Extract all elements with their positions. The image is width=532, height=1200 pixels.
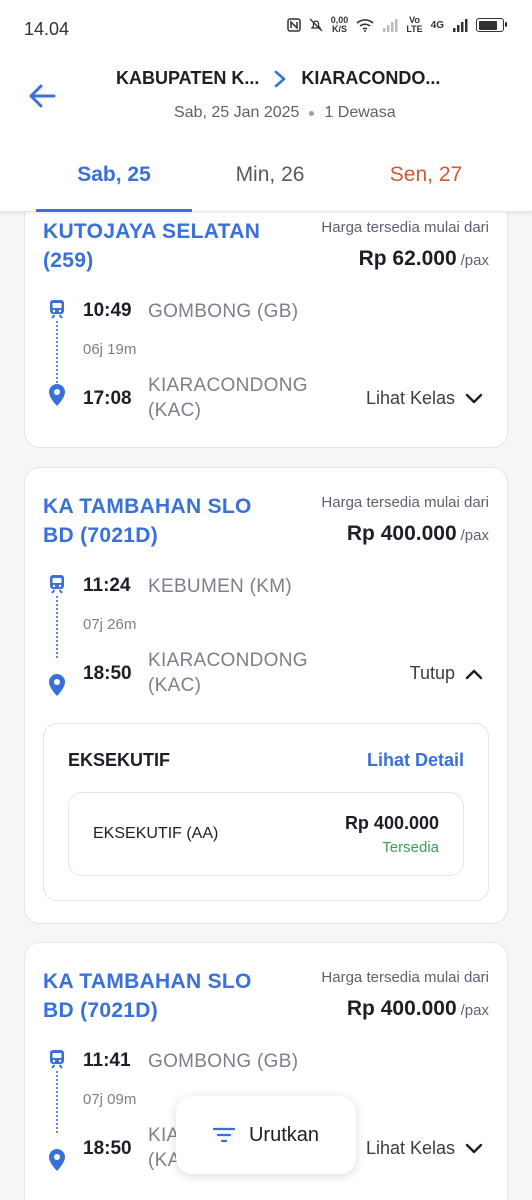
trip-subinfo: Sab, 25 Jan 2025 1 Dewasa (174, 104, 396, 122)
location-pin-icon (49, 384, 65, 406)
trip-duration: 07j 09m (83, 1091, 137, 1108)
train-name: KUTOJAYA SELATAN (259) (43, 220, 261, 272)
battery-icon (476, 18, 507, 32)
subclass-option[interactable]: EKSEKUTIF (AA) Rp 400.000 Tersedia (68, 792, 464, 876)
toggle-label: Tutup (409, 663, 455, 683)
toggle-label: Lihat Kelas (365, 1138, 455, 1158)
speed-unit: K/S (332, 24, 348, 34)
price-caption: Harga tersedia mulai dari (321, 494, 489, 511)
chevron-right-icon (275, 70, 286, 87)
depart-station: GOMBONG (GB) (148, 1051, 299, 1072)
train-name: KA TAMBAHAN SLO BD (7021D) (43, 970, 252, 1022)
network-speed: 0,00 K/S (331, 16, 349, 34)
subclass-name: EKSEKUTIF (AA) (93, 825, 219, 842)
chevron-down-icon (465, 1143, 483, 1153)
arrive-time: 18:50 (83, 1138, 132, 1159)
chevron-up-icon (465, 669, 483, 679)
volte-bottom: LTE (406, 24, 423, 34)
availability-status: Tersedia (382, 839, 439, 856)
filter-icon (212, 1127, 235, 1143)
nfc-icon (287, 18, 301, 32)
arrive-station-code: (KAC) (148, 675, 202, 696)
app-header: KABUPATEN K... KIARACONDO... Sab, 25 Jan… (0, 56, 532, 148)
signal-icon (383, 19, 398, 32)
signal-icon (453, 19, 468, 32)
arrive-station: KIARACONDONG (KAC) (148, 648, 308, 698)
location-pin-icon (49, 1149, 65, 1171)
price-unit: /pax (460, 252, 489, 269)
train-icon (50, 300, 64, 319)
price-value: Rp 400.000 (346, 522, 457, 545)
location-pin-icon (49, 674, 65, 696)
see-detail-link[interactable]: Lihat Detail (367, 750, 464, 771)
status-icons: 0,00 K/S Vo LTE 4G (287, 16, 507, 34)
price-unit: /pax (460, 1002, 489, 1019)
depart-station: GOMBONG (GB) (148, 301, 299, 322)
train-price: Rp 62.000/pax (359, 247, 489, 271)
depart-time: 10:49 (83, 300, 132, 321)
route-title: KABUPATEN K... KIARACONDO... (116, 68, 476, 89)
price-unit: /pax (460, 527, 489, 544)
timeline-line (56, 321, 58, 383)
train-name: KA TAMBAHAN SLO BD (7021D) (43, 495, 252, 547)
train-icon (50, 575, 64, 594)
arrive-station-code: (KAC) (148, 400, 202, 421)
trip-duration: 07j 26m (83, 616, 137, 633)
origin-station: KABUPATEN K... (116, 68, 260, 88)
active-tab-indicator (36, 209, 192, 212)
toggle-label: Lihat Kelas (365, 388, 455, 408)
train-card[interactable]: KUTOJAYA SELATAN (259) Harga tersedia mu… (24, 212, 508, 448)
separator-dot (309, 110, 315, 116)
price-caption: Harga tersedia mulai dari (321, 969, 489, 986)
arrive-station-name: KIARACONDONG (148, 650, 308, 671)
price-caption: Harga tersedia mulai dari (321, 219, 489, 236)
network-type: 4G (430, 19, 444, 31)
close-classes-toggle[interactable]: Tutup (410, 663, 483, 684)
train-price: Rp 400.000/pax (347, 997, 489, 1021)
trip-date: Sab, 25 Jan 2025 (174, 104, 300, 121)
train-price: Rp 400.000/pax (347, 522, 489, 546)
passenger-count: 1 Dewasa (324, 104, 396, 121)
timeline-line (56, 596, 58, 658)
arrive-station-name: KIARACONDONG (148, 375, 308, 396)
depart-time: 11:41 (83, 1050, 131, 1071)
class-panel: EKSEKUTIF Lihat Detail EKSEKUTIF (AA) Rp… (43, 723, 489, 901)
arrive-time: 18:50 (83, 663, 132, 684)
back-arrow-icon[interactable] (26, 80, 58, 112)
timeline-line (56, 1071, 58, 1133)
train-list[interactable]: KUTOJAYA SELATAN (259) Harga tersedia mu… (0, 212, 532, 1200)
train-card[interactable]: KA TAMBAHAN SLO BD (7021D) Harga tersedi… (24, 467, 508, 924)
tab-date-2[interactable]: Min, 26 (192, 163, 348, 187)
trip-duration: 06j 19m (83, 341, 137, 358)
volte-indicator: Vo LTE (406, 16, 422, 34)
date-tabs: Sab, 25 Min, 26 Sen, 27 (0, 148, 532, 212)
sort-button[interactable]: Urutkan (176, 1096, 356, 1174)
arrive-station: KIARACONDONG (KAC) (148, 373, 308, 423)
chevron-down-icon (465, 393, 483, 403)
price-value: Rp 62.000 (358, 247, 457, 270)
status-time: 14.04 (24, 19, 70, 39)
destination-station: KIARACONDO... (301, 68, 441, 88)
class-title: EKSEKUTIF (68, 750, 171, 770)
depart-station: KEBUMEN (KM) (148, 576, 292, 597)
status-bar: 14.04 0,00 K/S Vo LTE 4G (0, 0, 532, 56)
see-classes-toggle[interactable]: Lihat Kelas (366, 388, 483, 409)
mute-icon (309, 18, 323, 32)
arrive-time: 17:08 (83, 388, 132, 409)
tab-date-1[interactable]: Sab, 25 (36, 163, 192, 187)
subclass-price: Rp 400.000 (344, 813, 439, 833)
sort-label: Urutkan (248, 1123, 320, 1146)
train-icon (50, 1050, 64, 1069)
see-classes-toggle[interactable]: Lihat Kelas (366, 1138, 483, 1159)
price-value: Rp 400.000 (346, 997, 457, 1020)
wifi-icon (356, 19, 374, 32)
tab-date-3[interactable]: Sen, 27 (348, 163, 504, 187)
depart-time: 11:24 (83, 575, 131, 596)
